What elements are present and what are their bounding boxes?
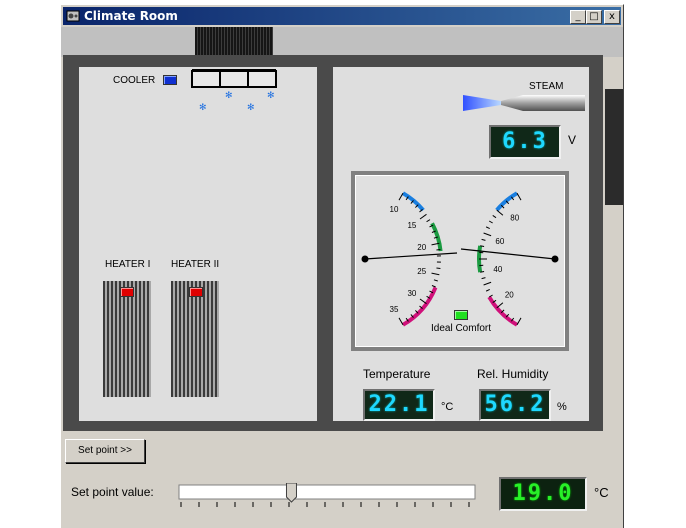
set-point-display: 19.0 — [499, 477, 587, 511]
temperature-cold-arc — [401, 191, 425, 212]
humidity-tick — [481, 277, 486, 280]
heater-1 — [103, 281, 151, 397]
heater-2 — [171, 281, 219, 397]
climate-room-window: Climate Room _ □ x COOLER ✻ ✻ ✻ ✻ HEATER… — [60, 4, 624, 528]
humidity-tick-label: 40 — [493, 265, 502, 274]
humidity-label: Rel. Humidity — [477, 367, 549, 381]
heater-1-indicator — [120, 287, 134, 297]
temperature-tick — [436, 248, 441, 251]
humidity-tick — [480, 245, 485, 247]
side-duct — [605, 89, 623, 205]
temperature-tick-label: 25 — [417, 267, 426, 276]
temperature-tick-label: 10 — [390, 205, 399, 214]
humidity-tick — [516, 192, 522, 201]
humidity-tick — [483, 281, 492, 286]
temperature-tick — [419, 213, 427, 220]
temperature-tick — [431, 272, 440, 276]
temperature-tick — [419, 298, 427, 305]
temperature-needle — [364, 252, 458, 260]
humidity-tick — [481, 238, 486, 241]
humidity-tick — [492, 214, 497, 219]
app-icon — [66, 10, 80, 22]
frost-icon: ✻ — [267, 90, 275, 100]
steam-nozzle — [463, 95, 585, 111]
steam-unit: V — [568, 133, 577, 147]
humidity-tick-label: 20 — [505, 291, 514, 300]
set-point-label: Set point value: — [71, 485, 154, 499]
ideal-comfort-indicator — [454, 310, 468, 320]
slider-thumb[interactable] — [285, 483, 297, 503]
humidity-tick — [516, 317, 522, 326]
temperature-tick-label: 30 — [407, 289, 416, 298]
temperature-unit: °C — [441, 401, 454, 413]
humidity-tick — [480, 271, 485, 273]
set-point-button[interactable]: Set point >> — [65, 439, 145, 463]
header-strip — [61, 27, 623, 57]
cooler-unit — [191, 69, 277, 88]
humidity-needle — [460, 248, 556, 260]
humidity-display: 56.2 — [479, 389, 551, 421]
heater-2-label: HEATER II — [171, 259, 220, 270]
steam-voltage-display: 6.3 — [489, 125, 561, 159]
set-point-unit: °C — [594, 485, 609, 500]
temperature-tick — [398, 192, 404, 201]
title-bar[interactable]: Climate Room _ □ x — [63, 7, 621, 25]
temperature-display: 22.1 — [363, 389, 435, 421]
comfort-dials: 10 15 20 25 30 35 80 60 40 20 — [361, 191, 559, 327]
frost-icon: ✻ — [199, 102, 207, 112]
temperature-label: Temperature — [363, 367, 431, 381]
humidity-tick — [488, 220, 493, 224]
frost-icon: ✻ — [247, 102, 255, 112]
window-title: Climate Room — [84, 9, 178, 23]
vent-grille — [195, 27, 273, 57]
temperature-tick-label: 20 — [417, 243, 426, 252]
temperature-tick-label: 15 — [407, 221, 416, 230]
humidity-tick-label: 80 — [510, 213, 519, 222]
slider-groove — [178, 484, 476, 500]
minimize-button[interactable]: _ — [570, 10, 586, 24]
heater-1-label: HEATER I — [105, 259, 151, 270]
close-button[interactable]: x — [604, 10, 620, 24]
humidity-tick — [485, 288, 490, 292]
humidity-tick-label: 60 — [495, 237, 504, 246]
ideal-comfort-label: Ideal Comfort — [431, 323, 492, 334]
temperature-tick — [398, 317, 404, 326]
humidity-unit: % — [557, 401, 567, 413]
humidity-tick — [485, 226, 490, 230]
humidity-pivot — [551, 255, 559, 263]
cooler-indicator — [163, 75, 177, 85]
humidity-tick — [496, 302, 504, 309]
temperature-pivot — [361, 255, 369, 263]
temperature-tick-label: 35 — [390, 305, 399, 314]
temperature-tick — [431, 285, 436, 288]
cooler-label: COOLER — [113, 75, 156, 86]
temperature-tick — [436, 267, 441, 270]
maximize-button[interactable]: □ — [586, 10, 602, 24]
temperature-tick — [426, 219, 431, 223]
frost-icon: ✻ — [225, 90, 233, 100]
humidity-tick — [496, 209, 504, 216]
heater-2-indicator — [189, 287, 203, 297]
set-point-slider[interactable] — [171, 483, 481, 509]
humidity-tick — [483, 232, 492, 237]
temperature-tick — [433, 279, 438, 282]
